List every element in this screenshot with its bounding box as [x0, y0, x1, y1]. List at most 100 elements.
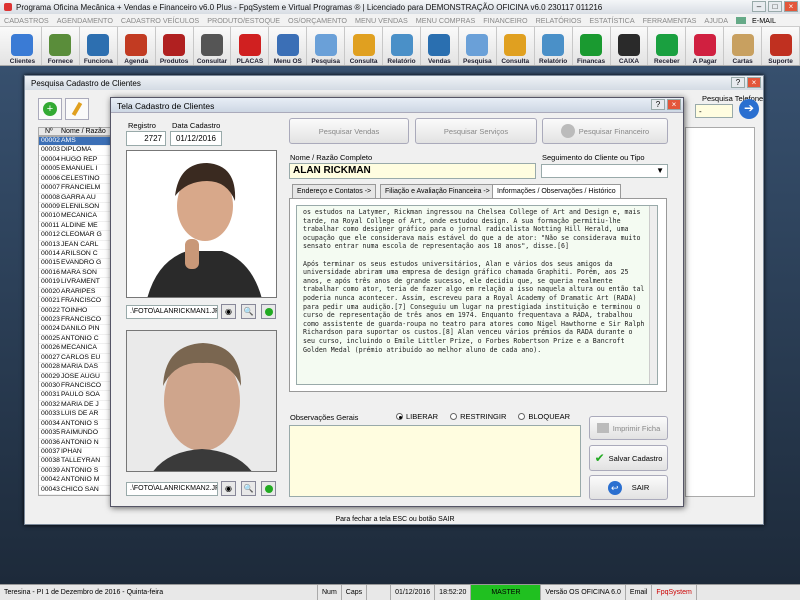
- tab-endereco[interactable]: Endereço e Contatos ->: [292, 184, 377, 198]
- segmento-select[interactable]: ▼: [541, 164, 668, 178]
- pencil-icon: [71, 101, 83, 117]
- photo-1-load-button[interactable]: [261, 304, 276, 319]
- consulta-icon: [504, 34, 527, 56]
- menu-item[interactable]: PRODUTO/ESTOQUE: [203, 16, 284, 25]
- toolbar-button-suporte[interactable]: Suporte: [762, 27, 800, 65]
- status-master: MASTER: [471, 585, 542, 600]
- toolbar-button-menuos[interactable]: Menu OS: [269, 27, 308, 65]
- add-client-button[interactable]: +: [38, 98, 62, 120]
- toolbar-button-relatrio[interactable]: Relatório: [535, 27, 573, 65]
- placas-icon: [238, 34, 261, 56]
- menu-item[interactable]: FINANCEIRO: [479, 16, 531, 25]
- toolbar-button-receber[interactable]: Receber: [648, 27, 687, 65]
- main-toolbar: Clientes Fornece Funciona Agenda Produtos Con…: [0, 27, 800, 66]
- search-go-button[interactable]: ➔: [739, 99, 759, 119]
- photo-2-camera-button[interactable]: ◉: [221, 481, 236, 496]
- toolbar-button-agenda[interactable]: Agenda: [118, 27, 156, 65]
- photo-1-camera-button[interactable]: ◉: [221, 304, 236, 319]
- search-services-button[interactable]: Pesquisar Serviços: [415, 118, 537, 144]
- toolbar-button-financas[interactable]: Financas: [573, 27, 611, 65]
- phone-search-input[interactable]: -: [695, 104, 733, 118]
- history-textarea[interactable]: os estudos na Latymer, Rickman ingressou…: [296, 205, 658, 385]
- printer-icon: [596, 423, 609, 433]
- toolbar-button-consulta[interactable]: Consulta: [345, 27, 384, 65]
- toolbar-button-relatrio[interactable]: Relatório: [383, 27, 421, 65]
- menu-email[interactable]: E-MAIL: [732, 16, 784, 25]
- menu-item[interactable]: RELATÓRIOS: [532, 16, 586, 25]
- toolbar-button-consulta[interactable]: Consulta: [497, 27, 535, 65]
- exit-button[interactable]: ↩ SAIR: [589, 475, 668, 500]
- status-email[interactable]: Email: [626, 585, 653, 600]
- toolbar-button-fornece[interactable]: Fornece: [42, 27, 80, 65]
- status-version: Versão OS OFICINA 6.0: [541, 585, 626, 600]
- menu-item[interactable]: AJUDA: [700, 16, 732, 25]
- search-window-close-button[interactable]: ×: [747, 77, 761, 88]
- status-caps: Caps: [342, 585, 368, 600]
- search-window-help-button[interactable]: ?: [731, 77, 745, 88]
- radio-bloquear[interactable]: BLOQUEAR: [518, 412, 570, 421]
- toolbar-button-placas[interactable]: PLACAS: [231, 27, 270, 65]
- dialog-close-button[interactable]: ×: [667, 99, 681, 110]
- nome-field[interactable]: ALAN RICKMAN: [289, 163, 536, 179]
- edit-client-button[interactable]: [65, 98, 89, 120]
- menu-bar: CADASTROS AGENDAMENTO CADASTRO VEÍCULOS PRO…: [0, 14, 800, 27]
- menu-item[interactable]: AGENDAMENTO: [53, 16, 117, 25]
- photo-2-zoom-button[interactable]: 🔍: [241, 481, 256, 496]
- toolbar-button-pesquisa[interactable]: Pesquisa: [459, 27, 497, 65]
- save-record-button[interactable]: ✔ Salvar Cadastro: [589, 445, 668, 471]
- client-photo-2: [126, 330, 277, 472]
- photo-2-load-button[interactable]: [261, 481, 276, 496]
- photo-2-path[interactable]: .\FOTO\ALANRICKMAN2.JPG: [126, 482, 218, 496]
- menu-item[interactable]: CADASTROS: [0, 16, 53, 25]
- maximize-button[interactable]: □: [768, 1, 782, 12]
- search-finance-button[interactable]: Pesquisar Financeiro: [542, 118, 668, 144]
- menu-item[interactable]: MENU COMPRAS: [412, 16, 480, 25]
- close-button[interactable]: ×: [784, 1, 798, 12]
- status-date: 01/12/2016: [391, 585, 436, 600]
- status-fpqsystem[interactable]: FpqSystem: [652, 585, 697, 600]
- toolbar-button-vendas[interactable]: Vendas: [421, 27, 459, 65]
- toolbar-button-consultar[interactable]: Consultar: [194, 27, 232, 65]
- clientes-icon: [11, 34, 34, 56]
- photo-1-zoom-button[interactable]: 🔍: [241, 304, 256, 319]
- suporte-icon: [769, 34, 792, 56]
- dialog-help-button[interactable]: ?: [651, 99, 665, 110]
- menu-item[interactable]: ESTATÍSTICA: [585, 16, 638, 25]
- plus-icon: +: [43, 102, 57, 116]
- tab-filiacao[interactable]: Filiação e Avaliação Financeira ->: [380, 184, 495, 198]
- toolbar-button-pesquisa[interactable]: Pesquisa: [307, 27, 346, 65]
- toolbar-button-clientes[interactable]: Clientes: [4, 27, 42, 65]
- toolbar-button-caixa[interactable]: CAIXA: [611, 27, 649, 65]
- search-sales-button[interactable]: Pesquisar Vendas: [289, 118, 409, 144]
- history-scrollbar[interactable]: [649, 206, 657, 384]
- caixa-icon: [617, 34, 640, 56]
- print-record-button[interactable]: Imprimir Ficha: [589, 416, 668, 440]
- app-logo-icon: [4, 3, 12, 11]
- radio-restringir[interactable]: RESTRINGIR: [450, 412, 506, 421]
- toolbar-button-apagar[interactable]: A Pagar: [686, 27, 725, 65]
- status-bar: Teresina - PI 1 de Dezembro de 2016 - Qu…: [0, 584, 800, 600]
- menu-item[interactable]: OS/ORÇAMENTO: [284, 16, 351, 25]
- obs-textarea[interactable]: [289, 425, 581, 497]
- apagar-icon: [693, 34, 716, 56]
- camera-icon: ◉: [225, 484, 232, 493]
- radio-liberar[interactable]: LIBERAR: [396, 412, 438, 421]
- photo-1-path[interactable]: .\FOTO\ALANRICKMAN1.JPG: [126, 305, 218, 319]
- toolbar-button-cartas[interactable]: Cartas: [724, 27, 763, 65]
- magnifier-icon: 🔍: [243, 307, 254, 316]
- data-cadastro-field[interactable]: 01/12/2016: [170, 131, 222, 146]
- status-location-date: Teresina - PI 1 de Dezembro de 2016 - Qu…: [0, 585, 318, 600]
- minimize-button[interactable]: –: [752, 1, 766, 12]
- checkmark-icon: ✔: [594, 451, 605, 465]
- coin-icon: [560, 124, 575, 138]
- menu-item[interactable]: MENU VENDAS: [351, 16, 412, 25]
- menu-item[interactable]: CADASTRO VEÍCULOS: [117, 16, 203, 25]
- clients-grid-right-columns: [685, 127, 755, 497]
- registro-label: Registro: [128, 121, 156, 130]
- column-name: Nome / Razão: [61, 128, 106, 135]
- toolbar-button-funciona[interactable]: Funciona: [80, 27, 118, 65]
- menu-item[interactable]: FERRAMENTAS: [639, 16, 701, 25]
- tab-informacoes[interactable]: Informações / Observações / Histórico: [492, 184, 621, 199]
- client-photo-1: [126, 150, 277, 298]
- toolbar-button-produtos[interactable]: Produtos: [156, 27, 194, 65]
